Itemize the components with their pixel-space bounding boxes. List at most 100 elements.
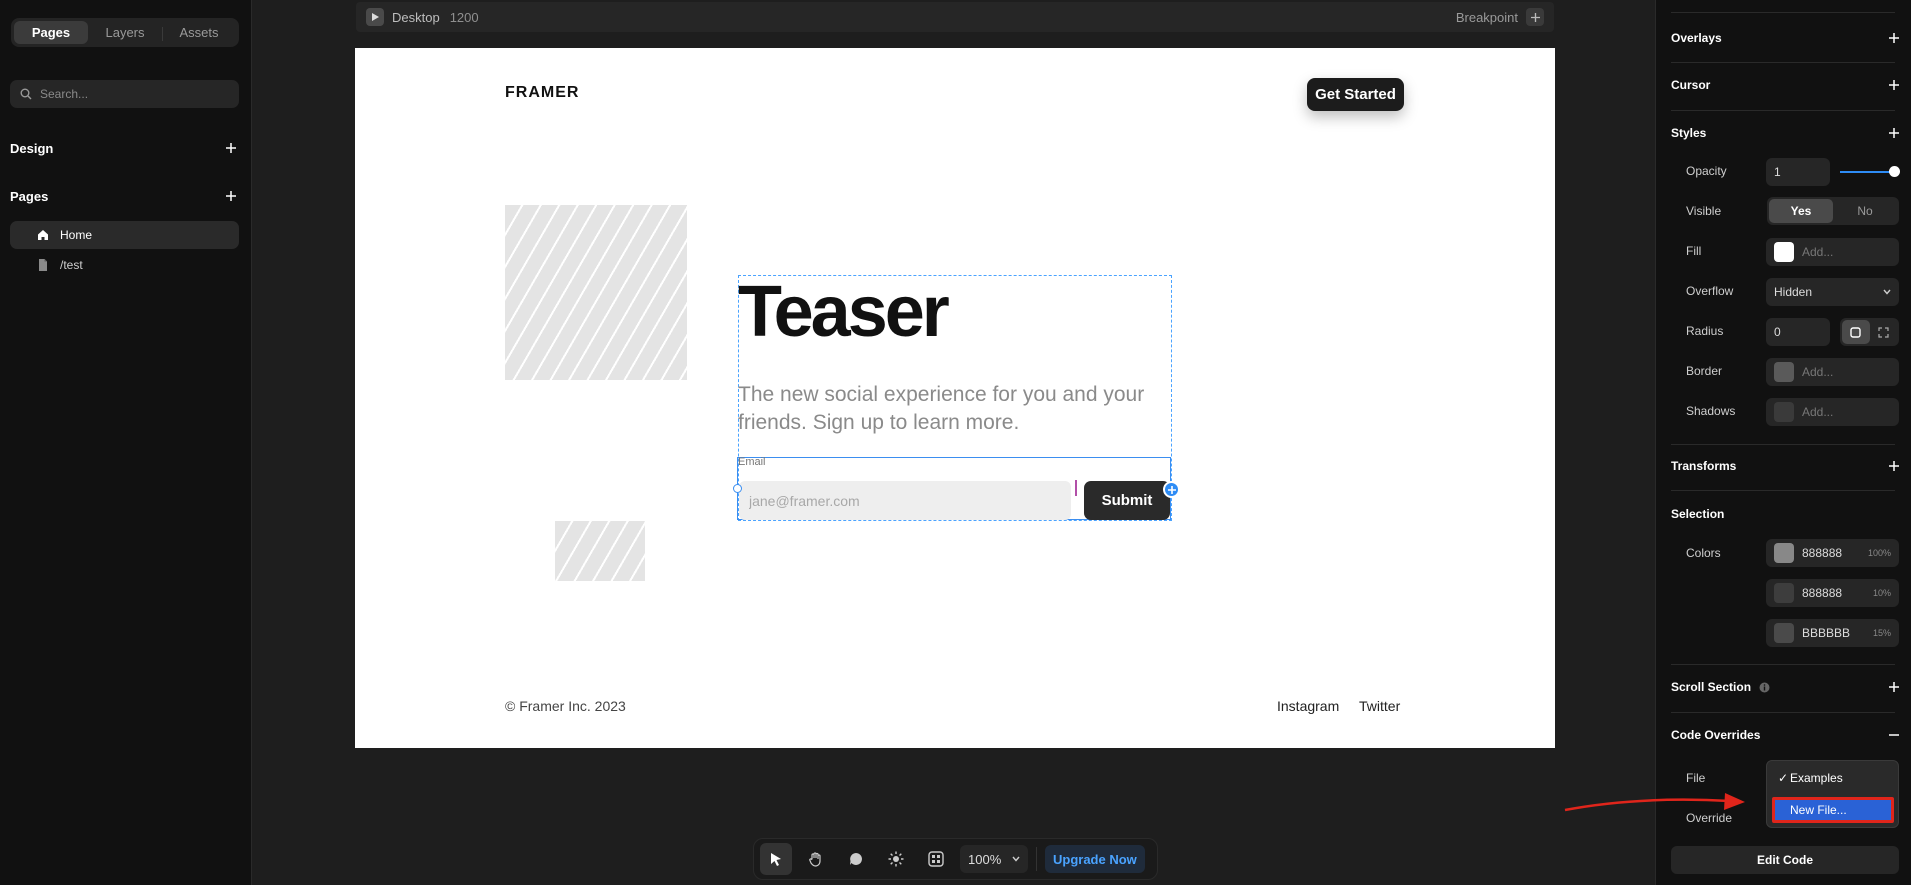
opacity-slider-knob[interactable] xyxy=(1889,166,1900,177)
add-design-icon[interactable] xyxy=(223,140,239,156)
zoom-value: 100% xyxy=(968,851,1002,867)
plus-icon xyxy=(1530,12,1540,22)
image-placeholder-small[interactable] xyxy=(555,521,645,581)
tab-layers[interactable]: Layers xyxy=(88,21,162,44)
radius-uniform-option[interactable] xyxy=(1842,320,1870,344)
footer-link-instagram[interactable]: Instagram xyxy=(1277,698,1339,714)
file-label: File xyxy=(1686,771,1706,785)
square-radius-icon xyxy=(1850,326,1861,338)
design-section: Design xyxy=(10,138,239,158)
plus-icon[interactable] xyxy=(1889,682,1899,692)
page-label: Home xyxy=(60,228,93,242)
scroll-section[interactable]: Scroll Section xyxy=(1671,677,1899,697)
overflow-label: Overflow xyxy=(1686,284,1734,298)
plus-icon[interactable] xyxy=(1889,33,1899,43)
image-placeholder[interactable] xyxy=(505,205,687,380)
get-started-button[interactable]: Get Started xyxy=(1307,78,1404,111)
styles-section[interactable]: Styles xyxy=(1671,123,1899,143)
color-opacity: 100% xyxy=(1867,548,1891,558)
selection-color-1[interactable]: 888888 100% xyxy=(1766,539,1899,567)
transforms-section[interactable]: Transforms xyxy=(1671,456,1899,476)
footer-link-twitter[interactable]: Twitter xyxy=(1359,698,1400,714)
edit-code-button[interactable]: Edit Code xyxy=(1671,846,1899,874)
page-item-test[interactable]: /test xyxy=(10,251,239,279)
selection-color-3[interactable]: BBBBBB 15% xyxy=(1766,619,1899,647)
transforms-heading: Transforms xyxy=(1671,459,1737,473)
divider xyxy=(1671,664,1895,665)
visible-toggle: Yes No xyxy=(1767,197,1899,225)
breakpoint-name[interactable]: Desktop xyxy=(392,10,440,25)
overflow-select[interactable]: Hidden xyxy=(1766,278,1899,306)
theme-tool[interactable] xyxy=(880,843,912,875)
search-input[interactable] xyxy=(40,87,220,101)
file-option-examples[interactable]: ✓ Examples xyxy=(1772,765,1894,791)
hero-heading[interactable]: Teaser xyxy=(738,272,950,352)
page-item-home[interactable]: Home xyxy=(10,221,239,249)
site-logo[interactable]: FRAMER xyxy=(505,84,579,102)
home-icon xyxy=(38,230,48,240)
preview-button[interactable] xyxy=(366,8,384,26)
opacity-slider-track[interactable] xyxy=(1840,171,1896,173)
resize-handle[interactable] xyxy=(733,484,742,493)
visible-no-option[interactable]: No xyxy=(1833,199,1897,223)
radius-individual-option[interactable] xyxy=(1870,320,1898,344)
color-swatch[interactable] xyxy=(1774,583,1794,603)
color-swatch[interactable] xyxy=(1774,543,1794,563)
info-icon[interactable] xyxy=(1759,682,1770,693)
code-overrides-section[interactable]: Code Overrides xyxy=(1671,725,1899,745)
components-tool[interactable] xyxy=(920,843,952,875)
plus-icon[interactable] xyxy=(1889,80,1899,90)
opacity-input[interactable]: 1 xyxy=(1766,158,1830,186)
radius-value: 0 xyxy=(1774,325,1781,339)
email-field[interactable] xyxy=(739,481,1071,520)
overlays-heading: Overlays xyxy=(1671,31,1722,45)
radius-input[interactable]: 0 xyxy=(1766,318,1830,346)
color-opacity: 15% xyxy=(1872,628,1891,638)
scroll-section-heading: Scroll Section xyxy=(1671,680,1770,694)
styles-heading: Styles xyxy=(1671,126,1707,140)
radius-label: Radius xyxy=(1686,324,1724,338)
email-label: Email xyxy=(738,456,766,468)
plus-icon[interactable] xyxy=(1889,461,1899,471)
upgrade-button[interactable]: Upgrade Now xyxy=(1045,845,1145,873)
color-swatch[interactable] xyxy=(1774,623,1794,643)
comment-icon xyxy=(850,853,862,865)
border-label: Border xyxy=(1686,364,1723,378)
overflow-value: Hidden xyxy=(1774,285,1813,299)
code-overrides-heading: Code Overrides xyxy=(1671,728,1761,742)
visible-yes-option[interactable]: Yes xyxy=(1769,199,1833,223)
zoom-select[interactable]: 100% xyxy=(960,845,1028,873)
checkmark-icon: ✓ xyxy=(1778,771,1789,785)
cursor-section[interactable]: Cursor xyxy=(1671,75,1899,95)
selection-section: Selection xyxy=(1671,504,1899,524)
tab-assets[interactable]: Assets xyxy=(162,21,236,44)
search-box[interactable] xyxy=(10,80,239,108)
add-page-icon[interactable] xyxy=(223,188,239,204)
hero-subheading[interactable]: The new social experience for you and yo… xyxy=(738,381,1158,437)
comment-tool[interactable] xyxy=(840,843,872,875)
add-item-icon[interactable] xyxy=(1163,481,1180,498)
select-tool[interactable] xyxy=(760,843,792,875)
add-breakpoint-button[interactable] xyxy=(1526,8,1544,26)
border-swatch[interactable] xyxy=(1774,362,1794,382)
submit-button[interactable]: Submit xyxy=(1084,481,1170,520)
page-label: /test xyxy=(60,258,83,272)
fill-swatch[interactable] xyxy=(1774,242,1794,262)
overlays-section[interactable]: Overlays xyxy=(1671,28,1899,48)
tab-pages[interactable]: Pages xyxy=(14,21,88,44)
desktop-frame[interactable]: FRAMER Get Started Teaser The new social… xyxy=(355,48,1555,748)
color-hex: 888888 xyxy=(1802,546,1843,560)
shadow-swatch[interactable] xyxy=(1774,402,1794,422)
shadows-field[interactable]: Add... xyxy=(1766,398,1899,426)
selection-color-2[interactable]: 888888 10% xyxy=(1766,579,1899,607)
divider xyxy=(1671,62,1895,63)
fill-field[interactable]: Add... xyxy=(1766,238,1899,266)
minus-icon[interactable] xyxy=(1889,730,1899,740)
plus-icon[interactable] xyxy=(1889,128,1899,138)
hand-tool[interactable] xyxy=(800,843,832,875)
file-option-new-file[interactable]: New File... xyxy=(1772,797,1894,823)
radius-mode-toggle xyxy=(1840,318,1899,346)
colors-label: Colors xyxy=(1686,546,1721,560)
border-field[interactable]: Add... xyxy=(1766,358,1899,386)
cursor-heading: Cursor xyxy=(1671,78,1711,92)
